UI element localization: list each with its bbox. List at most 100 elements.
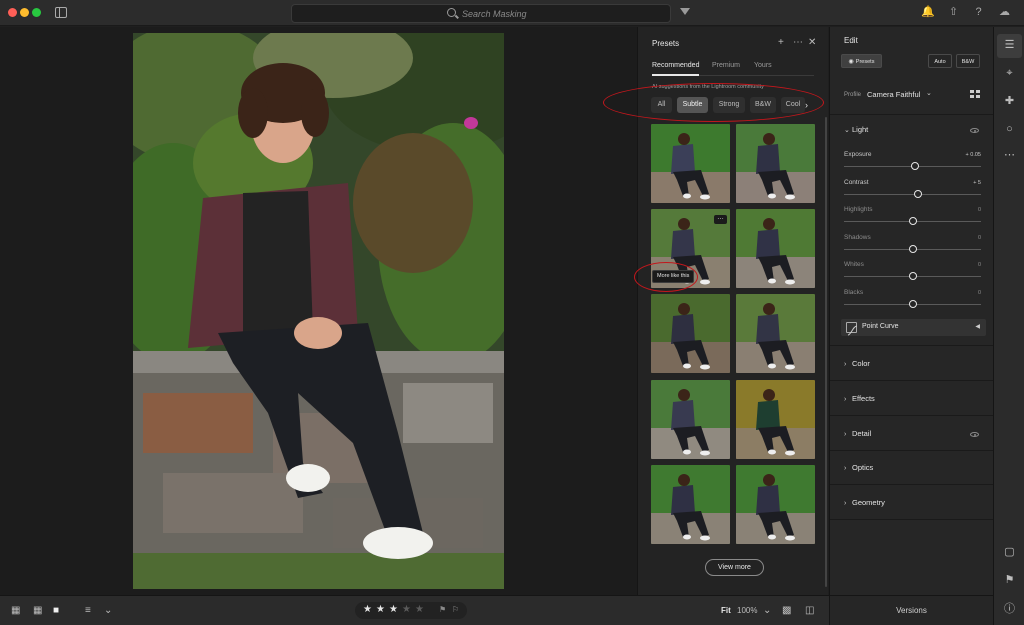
tab-yours[interactable]: Yours [754, 62, 772, 69]
healing-icon[interactable]: ✚ [1003, 95, 1016, 108]
preset-thumbnail[interactable] [736, 124, 815, 203]
star-icon[interactable]: ★ [389, 604, 398, 616]
detail-section-header[interactable]: › Detail [844, 429, 871, 438]
slider-track-shadows[interactable] [844, 244, 981, 253]
divider [830, 380, 994, 381]
slider-value-blacks[interactable]: 0 [978, 290, 981, 296]
reject-flag-icon[interactable]: ⚐ [452, 605, 459, 614]
auto-button[interactable]: Auto [928, 54, 952, 68]
presets-button[interactable]: ◉ Presets [841, 54, 882, 68]
share-icon[interactable]: ⇧ [947, 6, 960, 19]
slider-handle[interactable] [911, 162, 920, 170]
thumbnail-more-icon[interactable]: … [714, 214, 727, 224]
square-grid-view-icon[interactable]: ▦ [33, 605, 42, 617]
color-section-header[interactable]: › Color [844, 359, 870, 368]
section-label: Geometry [852, 498, 885, 507]
versions-button[interactable]: Versions [829, 595, 993, 625]
before-after-icon[interactable]: ◫ [805, 605, 814, 617]
edit-sliders-icon[interactable]: ☰ [1003, 39, 1016, 52]
more-tools-icon[interactable]: ⋯ [1003, 149, 1016, 162]
star-icon[interactable]: ★ [376, 604, 385, 616]
photo-canvas[interactable] [0, 27, 637, 595]
add-preset-icon[interactable]: + [778, 37, 784, 49]
chevron-down-icon[interactable]: ⌄ [104, 605, 112, 617]
tab-recommended[interactable]: Recommended [652, 62, 700, 76]
preset-thumbnail[interactable] [651, 380, 730, 459]
more-like-this-tooltip[interactable]: More like this [652, 270, 695, 283]
preset-thumbnail[interactable] [651, 294, 730, 373]
effects-section-header[interactable]: › Effects [844, 394, 875, 403]
optics-section-header[interactable]: › Optics [844, 463, 873, 472]
search-input[interactable] [462, 7, 652, 21]
close-panel-icon[interactable]: ✕ [808, 37, 816, 49]
pick-flag-icon[interactable]: ⚑ [439, 605, 446, 614]
slider-value-shadows[interactable]: 0 [978, 235, 981, 241]
tab-premium[interactable]: Premium [712, 62, 740, 69]
slider-track-contrast[interactable] [844, 189, 981, 198]
bell-icon[interactable]: 🔔 [921, 6, 935, 19]
presets-panel-title: Presets [652, 39, 680, 48]
close-window-button[interactable] [8, 8, 17, 17]
caret-left-icon: ◀ [975, 324, 980, 330]
sidebar-toggle-icon[interactable] [55, 7, 67, 18]
bw-button[interactable]: B&W [956, 54, 980, 68]
info-icon[interactable]: ⓘ [1003, 603, 1016, 616]
tag-icon[interactable]: ⚑ [1003, 574, 1016, 587]
slider-handle[interactable] [908, 244, 917, 253]
help-icon[interactable]: ? [972, 6, 985, 19]
divider [830, 484, 994, 485]
zoom-level[interactable]: 100% [737, 606, 757, 615]
point-curve-row[interactable]: Point Curve ◀ [841, 319, 986, 336]
view-more-button[interactable]: View more [705, 559, 764, 576]
slider-value-highlights[interactable]: 0 [978, 207, 981, 213]
slider-label-highlights: Highlights [844, 206, 873, 213]
slider-value-whites[interactable]: 0 [978, 262, 981, 268]
preset-thumbnail[interactable] [651, 124, 730, 203]
grid-view-icon[interactable]: ▦ [11, 605, 20, 617]
edit-panel-title: Edit [844, 36, 858, 45]
profile-select[interactable]: Camera Faithful [867, 90, 920, 99]
zoom-window-button[interactable] [32, 8, 41, 17]
slider-handle[interactable] [908, 217, 917, 225]
slider-handle[interactable] [908, 272, 917, 280]
search-box[interactable] [291, 4, 671, 23]
slider-track-exposure[interactable] [844, 162, 981, 170]
chevron-down-icon[interactable]: ⌄ [926, 89, 932, 97]
eye-icon[interactable] [970, 432, 979, 437]
preset-thumbnail[interactable] [736, 209, 815, 288]
geometry-section-header[interactable]: › Geometry [844, 498, 885, 507]
divider [830, 415, 994, 416]
star-icon[interactable]: ★ [402, 604, 411, 616]
detail-view-icon[interactable]: ■ [53, 605, 59, 617]
slider-track-blacks[interactable] [844, 299, 981, 308]
minimize-window-button[interactable] [20, 8, 29, 17]
slider-handle[interactable] [908, 299, 917, 308]
fit-zoom-option[interactable]: Fit [721, 606, 731, 615]
slider-value-exposure[interactable]: + 0.05 [966, 152, 981, 158]
slider-value-contrast[interactable]: + 5 [973, 180, 981, 186]
eye-icon[interactable] [970, 128, 979, 133]
preset-thumbnail[interactable] [736, 465, 815, 544]
slider-track-whites[interactable] [844, 272, 981, 280]
profile-browser-icon[interactable] [970, 90, 980, 99]
star-rating[interactable]: ★ ★ ★ ★ ★ ⚑ ⚐ [355, 602, 467, 619]
star-icon[interactable]: ★ [363, 604, 372, 616]
slider-track-highlights[interactable] [844, 217, 981, 225]
cloud-icon[interactable]: ☁ [998, 6, 1011, 19]
filter-icon[interactable] [680, 8, 690, 15]
sort-icon[interactable]: ≡ [85, 605, 91, 617]
chevron-down-icon: ⌄ [844, 127, 850, 134]
star-icon[interactable]: ★ [415, 604, 424, 616]
slider-handle[interactable] [913, 189, 922, 198]
more-options-icon[interactable]: ⋯ [793, 37, 803, 49]
crop-icon[interactable]: ⌖ [1003, 67, 1016, 80]
preset-thumbnail[interactable] [736, 380, 815, 459]
compare-icon[interactable]: ▩ [782, 605, 791, 617]
comment-icon[interactable]: ▢ [1003, 546, 1016, 559]
preset-thumbnail[interactable] [736, 294, 815, 373]
light-section-header[interactable]: ⌄ Light [844, 125, 868, 134]
masking-icon[interactable]: ○ [1003, 123, 1016, 136]
presets-scrollbar[interactable] [825, 117, 827, 587]
preset-thumbnail[interactable] [651, 465, 730, 544]
chevron-down-icon[interactable]: ⌄ [763, 605, 771, 617]
